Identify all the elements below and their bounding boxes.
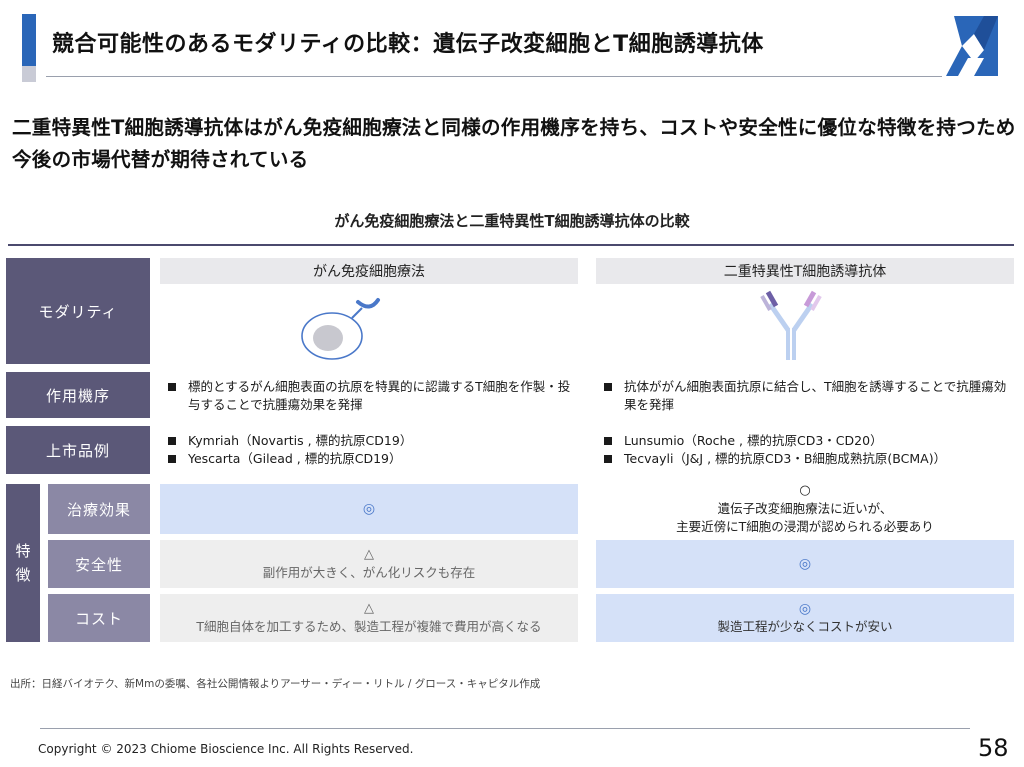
table-title-divider <box>8 244 1014 246</box>
safety-cell-therapy-text: 副作用が大きく、がん化リスクも存在 <box>262 565 476 580</box>
title-accent-bar-grey <box>22 66 36 82</box>
row-header-examples: 上市品例 <box>6 426 150 474</box>
company-logo-icon <box>944 14 1000 78</box>
safety-cell-therapy: △ 副作用が大きく、がん化リスクも存在 <box>160 540 578 588</box>
efficacy-bispecific-line1: 遺伝子改変細胞療法に近いが、 <box>717 501 893 516</box>
page-title: 競合可能性のあるモダリティの比較：遺伝子改変細胞とT細胞誘導抗体 <box>52 32 764 57</box>
mechanism-cell-therapy: 標的とするがん細胞表面の抗原を特異的に認識するT細胞を作製・投与することで抗腫瘍… <box>160 378 578 414</box>
cost-cell-therapy-text: T細胞自体を加工するため、製造工程が複雑で費用が高くなる <box>196 619 542 634</box>
table-title: がん免疫細胞療法と二重特異性T細胞誘導抗体の比較 <box>334 212 690 230</box>
list-item: Lunsumio（Roche , 標的抗原CD3・CD20） <box>596 432 1016 450</box>
row-header-efficacy: 治療効果 <box>48 484 150 534</box>
row-header-features: 特 徴 <box>6 484 40 642</box>
features-label-1: 特 <box>15 542 31 560</box>
lead-message: 二重特異性T細胞誘導抗体はがん免疫細胞療法と同様の作用機序を持ち、コストや安全性… <box>12 116 1016 171</box>
rating-double-circle-icon: ◎ <box>362 501 376 517</box>
rating-circle-icon: ○ <box>799 483 811 498</box>
row-header-mechanism: 作用機序 <box>6 372 150 418</box>
cost-bispecific: ◎ 製造工程が少なくコストが安い <box>596 594 1014 642</box>
cost-bispecific-text: 製造工程が少なくコストが安い <box>717 619 893 634</box>
rating-triangle-icon: △ <box>364 601 374 616</box>
examples-bispecific: Lunsumio（Roche , 標的抗原CD3・CD20） Tecvayli（… <box>596 432 1016 468</box>
title-accent-bar <box>22 14 36 66</box>
efficacy-bispecific-line2: 主要近傍にT細胞の浸潤が認められる必要あり <box>676 519 934 534</box>
rating-triangle-icon: △ <box>364 547 374 562</box>
row-header-safety: 安全性 <box>48 540 150 588</box>
list-item: 抗体ががん細胞表面抗原に結合し、T細胞を誘導することで抗腫瘍効果を発揮 <box>596 378 1014 414</box>
rating-double-circle-icon: ◎ <box>798 556 812 572</box>
t-cell-icon <box>301 298 380 360</box>
examples-cell-therapy: Kymriah（Novartis , 標的抗原CD19） Yescarta（Gi… <box>160 432 578 468</box>
mechanism-bispecific: 抗体ががん細胞表面抗原に結合し、T細胞を誘導することで抗腫瘍効果を発揮 <box>596 378 1014 414</box>
row-header-cost: コスト <box>48 594 150 642</box>
list-item: Kymriah（Novartis , 標的抗原CD19） <box>160 432 578 450</box>
efficacy-bispecific: ○ 遺伝子改変細胞療法に近いが、 主要近傍にT細胞の浸潤が認められる必要あり <box>596 483 1014 534</box>
efficacy-cell-therapy: ◎ <box>160 484 578 534</box>
copyright: Copyright © 2023 Chiome Bioscience Inc. … <box>38 742 414 756</box>
source-note: 出所：日経バイオテク、新Mmの委嘱、各社公開情報よりアーサー・ディー・リトル /… <box>10 678 541 690</box>
list-item: Yescarta（Gilead , 標的抗原CD19） <box>160 450 578 468</box>
title-divider <box>46 76 942 77</box>
antibody-icon <box>760 290 822 360</box>
list-item: Tecvayli（J&J , 標的抗原CD3・B細胞成熟抗原(BCMA)） <box>596 450 1016 468</box>
footer-divider <box>40 728 970 729</box>
row-header-modality: モダリティ <box>6 258 150 364</box>
features-label-2: 徴 <box>15 566 31 584</box>
column-header-bispecific: 二重特異性T細胞誘導抗体 <box>596 258 1014 284</box>
safety-bispecific: ◎ <box>596 540 1014 588</box>
cost-cell-therapy: △ T細胞自体を加工するため、製造工程が複雑で費用が高くなる <box>160 594 578 642</box>
rating-double-circle-icon: ◎ <box>798 601 812 617</box>
column-header-cell-therapy: がん免疫細胞療法 <box>160 258 578 284</box>
list-item: 標的とするがん細胞表面の抗原を特異的に認識するT細胞を作製・投与することで抗腫瘍… <box>160 378 578 414</box>
page-number: 58 <box>978 734 1009 762</box>
